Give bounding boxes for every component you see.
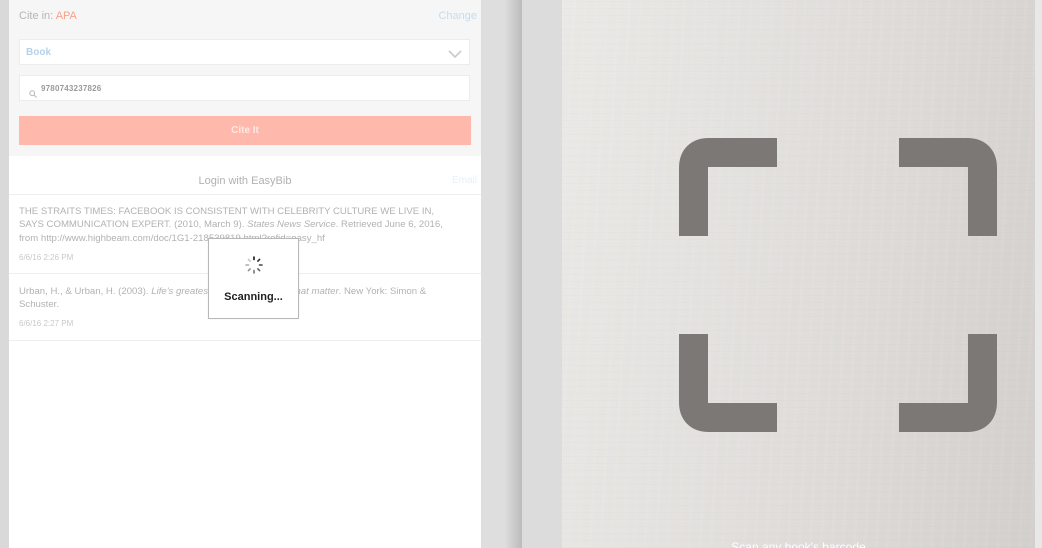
- cite-style-row: Cite in: APA: [19, 10, 77, 22]
- search-input[interactable]: 9780743237826: [19, 75, 470, 101]
- camera-pane-edge: [1035, 0, 1042, 548]
- citation-date: 6/6/16 2:27 PM: [19, 319, 74, 328]
- citation-date: 6/6/16 2:26 PM: [19, 253, 74, 262]
- source-type-select[interactable]: Book: [19, 39, 470, 65]
- scan-frame-icon: [679, 138, 997, 437]
- cite-in-label: Cite in:: [19, 10, 54, 22]
- camera-hint-text: Scan any book's barcode: [731, 540, 866, 548]
- scanning-label: Scanning...: [224, 291, 283, 303]
- cite-it-button[interactable]: Cite It: [19, 116, 471, 145]
- spinner-icon: [244, 255, 264, 280]
- citation-app-pane: Cite in: APA Change Book 9780743237826 C…: [9, 0, 481, 548]
- cite-form: Cite in: APA Change Book 9780743237826 C…: [9, 0, 481, 156]
- chevron-down-icon: [448, 46, 462, 64]
- search-icon: [29, 85, 37, 103]
- cite-style-value: APA: [55, 10, 77, 22]
- divider-shadow: [504, 0, 522, 548]
- email-link[interactable]: Email: [452, 175, 477, 186]
- camera-viewfinder[interactable]: Scan any book's barcode: [562, 0, 1035, 548]
- login-with-easybib-link[interactable]: Login with EasyBib: [9, 175, 481, 187]
- search-input-value: 9780743237826: [41, 84, 102, 93]
- source-type-value: Book: [26, 47, 51, 58]
- scanning-popup: Scanning...: [208, 238, 299, 319]
- barcode-scanner-pane: Scan any book's barcode: [522, 0, 1042, 548]
- change-style-link[interactable]: Change: [438, 10, 477, 22]
- login-row: Login with EasyBib Email: [9, 164, 481, 195]
